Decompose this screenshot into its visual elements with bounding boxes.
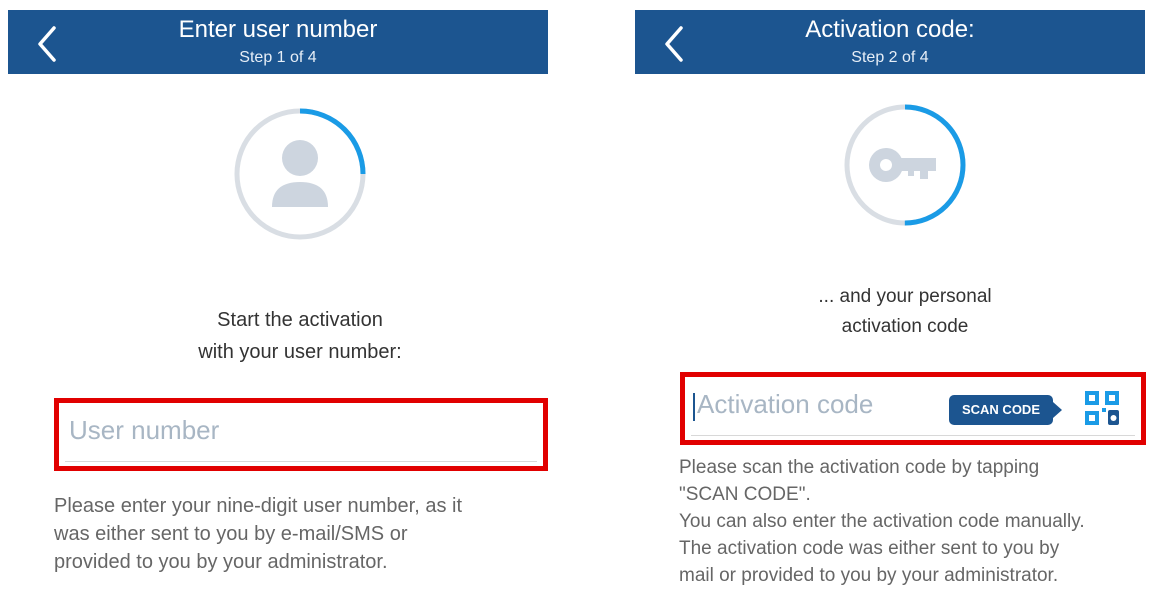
activation-code-input[interactable]	[695, 377, 949, 432]
step1-panel: Enter user number Step 1 of 4 Start the …	[0, 0, 556, 590]
qr-code-icon[interactable]	[1085, 391, 1121, 427]
input-underline	[691, 435, 1135, 436]
user-number-input[interactable]	[67, 403, 406, 458]
step2-header: Activation code: Step 2 of 4	[635, 10, 1145, 74]
activation-code-field[interactable]: SCAN CODE	[680, 372, 1146, 445]
scan-code-button[interactable]: SCAN CODE	[949, 395, 1062, 425]
step1-progress-ring	[232, 106, 368, 242]
step2-panel: Activation code: Step 2 of 4 ... and you…	[625, 0, 1162, 590]
page-title: Activation code:	[805, 16, 975, 43]
step2-progress-ring	[842, 102, 968, 228]
help-text: Please scan the activation code by tappi…	[679, 457, 1085, 586]
user-avatar-icon	[272, 140, 328, 207]
button-pointer	[1053, 402, 1062, 418]
help-text: Please enter your nine-digit user number…	[54, 495, 462, 573]
page-title: Enter user number	[178, 16, 378, 43]
key-icon	[869, 148, 936, 182]
user-number-field[interactable]	[54, 398, 548, 471]
input-underline	[65, 461, 537, 462]
step-indicator: Step 1 of 4	[239, 49, 317, 66]
step-indicator: Step 2 of 4	[851, 49, 929, 66]
prompt-text: Start the activation with your user numb…	[198, 309, 402, 363]
prompt-text: ... and your personal activation code	[818, 286, 992, 337]
step1-header: Enter user number Step 1 of 4	[8, 10, 548, 74]
